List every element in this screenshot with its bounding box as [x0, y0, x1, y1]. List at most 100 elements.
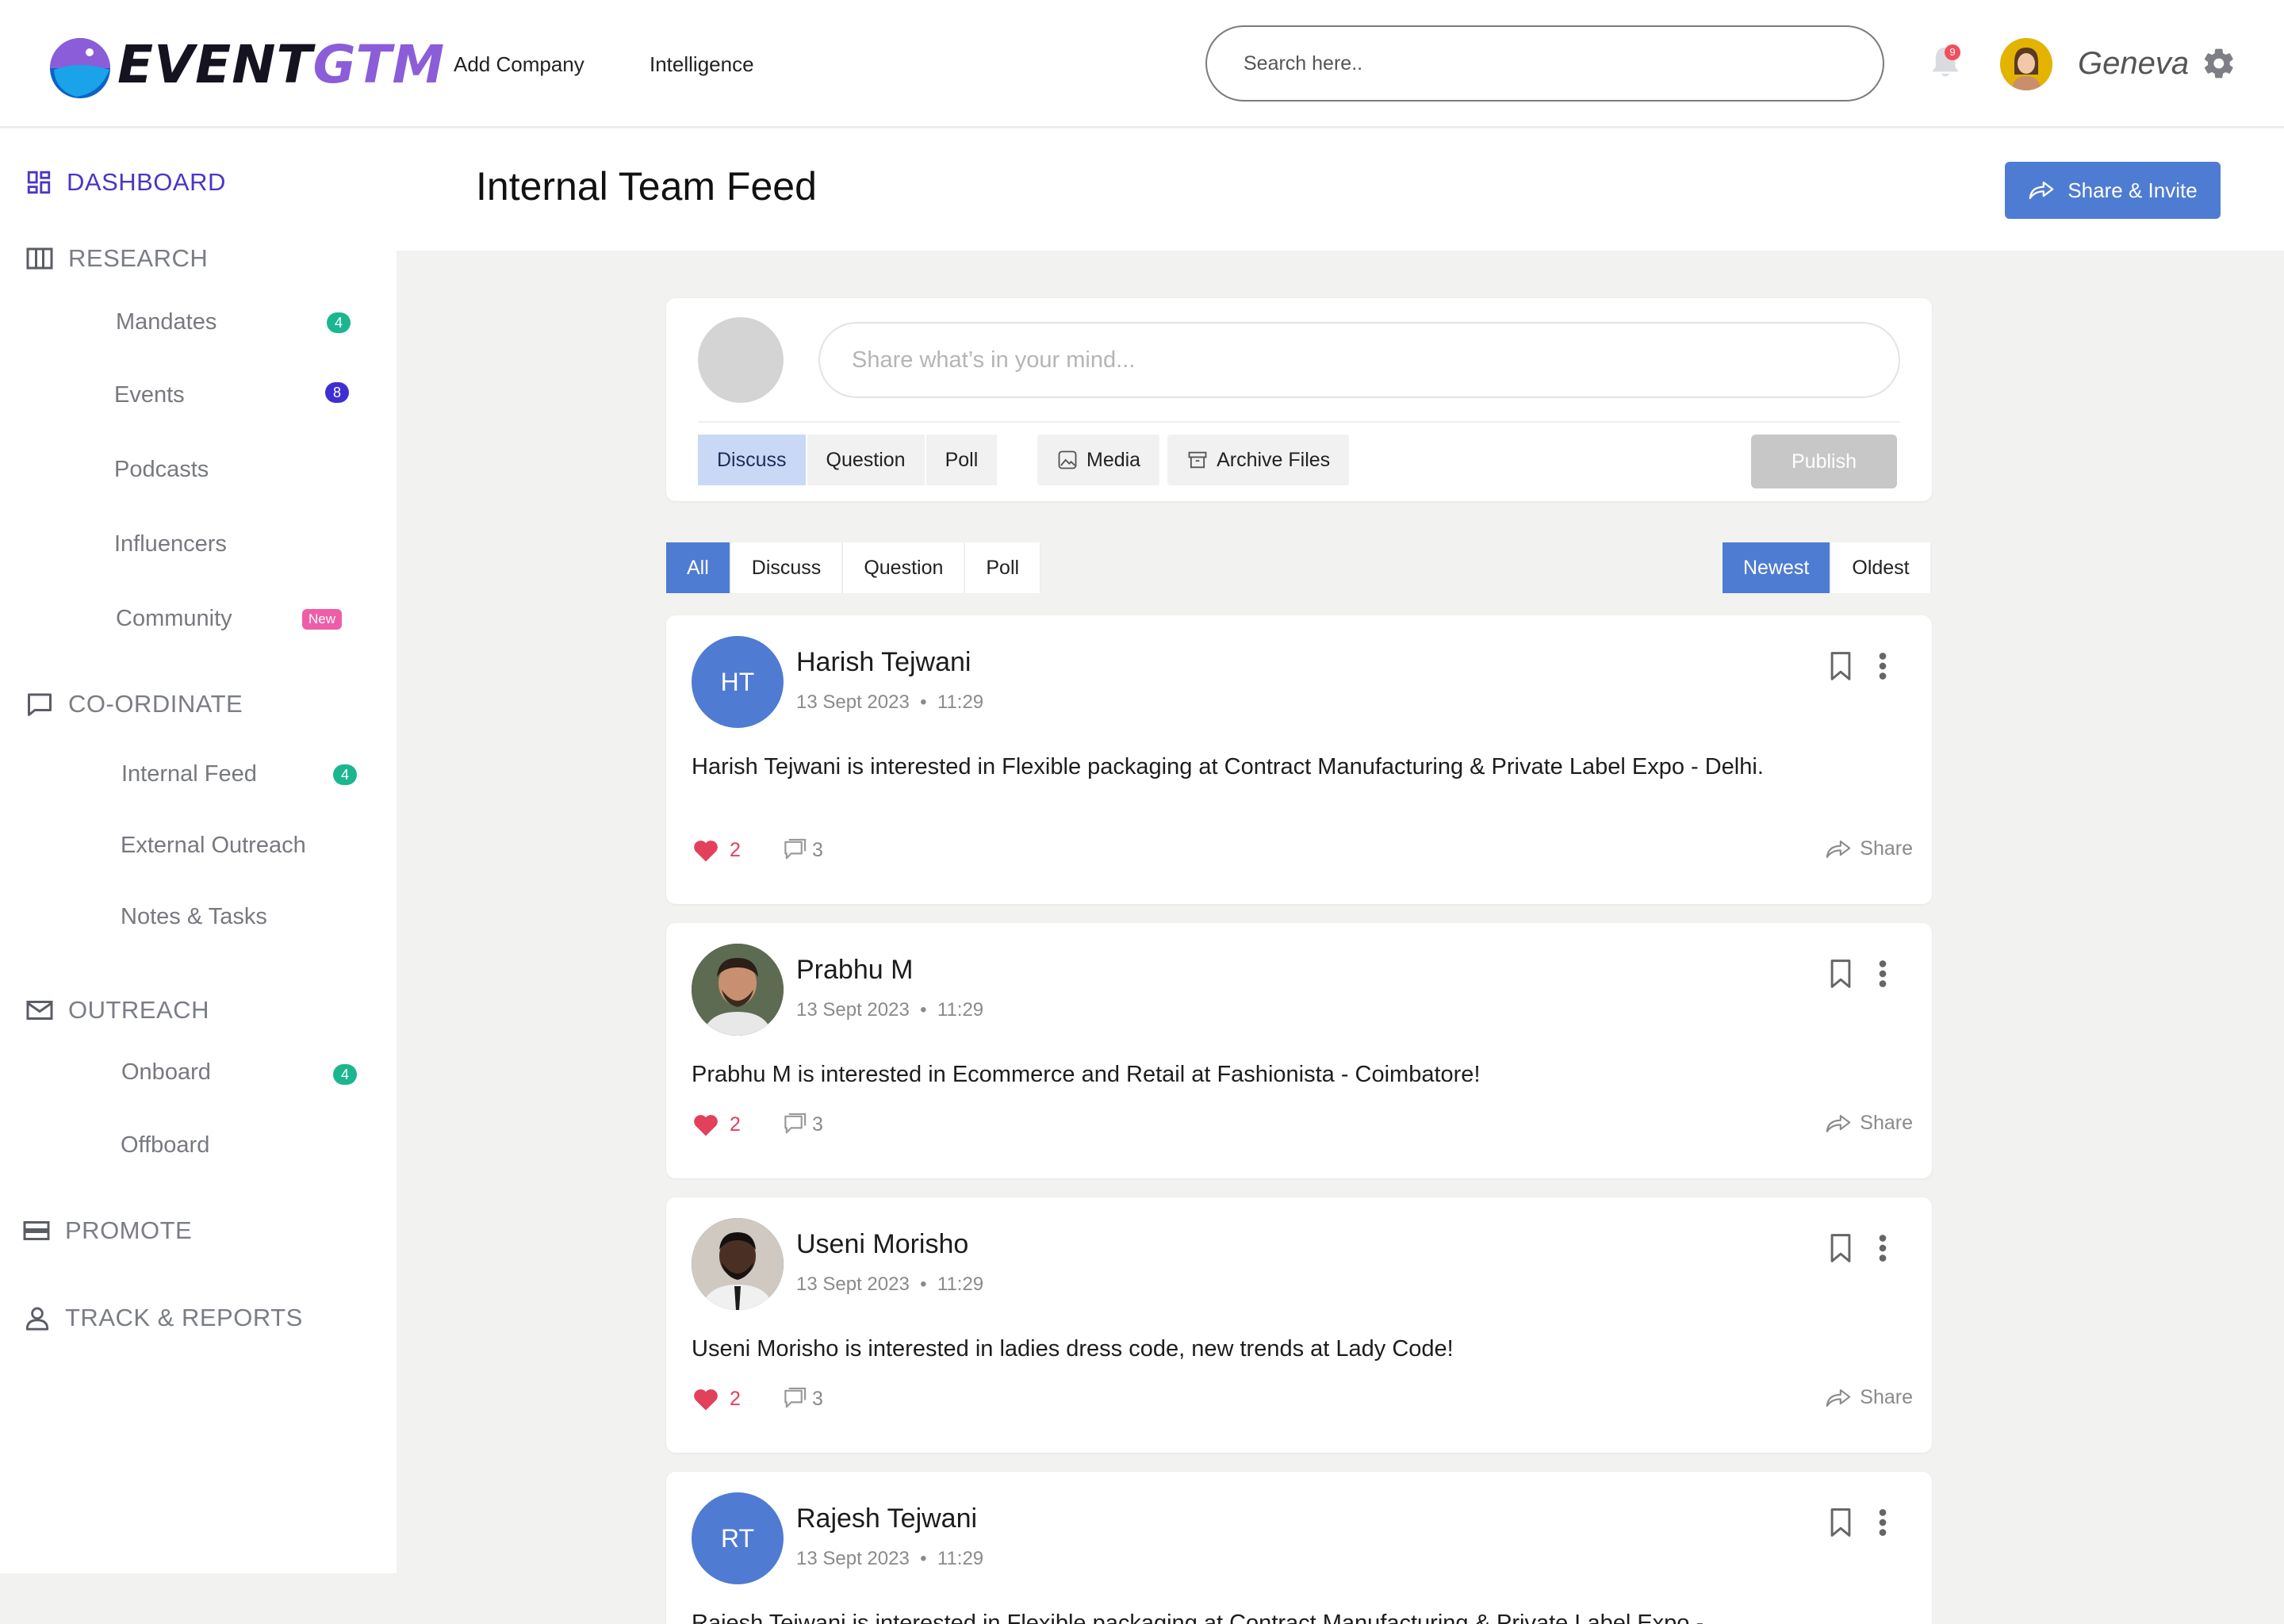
sidebar-item-offboard[interactable]: Offboard — [121, 1132, 209, 1159]
comment-count: 3 — [812, 1387, 823, 1410]
publish-button[interactable]: Publish — [1751, 435, 1897, 488]
post-type-question[interactable]: Question — [807, 435, 926, 485]
columns-icon — [26, 247, 53, 270]
logo-text: EVENTGTM — [117, 33, 446, 95]
sidebar-item-podcasts[interactable]: Podcasts — [114, 457, 209, 483]
bookmark-icon[interactable] — [1829, 1232, 1853, 1264]
search-input[interactable]: Search here.. — [1205, 25, 1884, 102]
nav-add-company[interactable]: Add Company — [454, 52, 584, 77]
bookmark-icon[interactable] — [1829, 650, 1853, 682]
sidebar-item-onboard[interactable]: Onboard — [121, 1059, 211, 1086]
sidebar-item-internal-feed[interactable]: Internal Feed — [121, 761, 257, 787]
post-timestamp: 13 Sept 2023 • 11:29 — [796, 999, 984, 1021]
post-time: 11:29 — [937, 999, 984, 1021]
archive-files-button[interactable]: Archive Files — [1167, 435, 1351, 485]
image-icon — [1058, 450, 1077, 469]
post-body: Useni Morisho is interested in ladies dr… — [692, 1336, 1454, 1362]
comment-icon — [784, 1387, 807, 1408]
sidebar-item-influencers[interactable]: Influencers — [114, 531, 227, 557]
user-avatar-image — [2000, 38, 2052, 90]
internal-feed-badge: 4 — [333, 764, 357, 785]
user-avatar[interactable] — [2000, 38, 2052, 90]
author-photo — [692, 1218, 784, 1310]
user-name[interactable]: Geneva — [2078, 46, 2189, 82]
feed-sort-toggle: Newest Oldest — [1723, 542, 1932, 593]
like-count: 2 — [730, 1387, 741, 1410]
bookmark-icon[interactable] — [1829, 1507, 1853, 1538]
sidebar-item-notes-tasks[interactable]: Notes & Tasks — [121, 904, 267, 930]
heart-icon — [694, 841, 718, 862]
author-name[interactable]: Rajesh Tejwani — [796, 1503, 977, 1534]
author-name[interactable]: Harish Tejwani — [796, 647, 971, 678]
like-button[interactable]: 2 — [692, 837, 741, 863]
post-actions: 2 3 Share — [692, 1386, 1913, 1418]
sidebar-item-external-outreach[interactable]: External Outreach — [121, 833, 306, 859]
mail-icon — [26, 1001, 53, 1020]
feed-type-filter: All Discuss Question Poll — [666, 542, 1042, 593]
comment-button[interactable]: 3 — [780, 1112, 823, 1137]
media-button[interactable]: Media — [1037, 435, 1162, 485]
sidebar-section-dashboard[interactable]: DASHBOARD — [25, 168, 226, 197]
author-name[interactable]: Prabhu M — [796, 955, 913, 986]
post-type-discuss[interactable]: Discuss — [698, 435, 807, 485]
like-count: 2 — [730, 1113, 741, 1136]
author-avatar[interactable] — [692, 944, 784, 1036]
sidebar-item-community[interactable]: Community — [116, 606, 232, 632]
user-icon — [25, 1307, 49, 1331]
author-avatar[interactable] — [692, 1218, 784, 1310]
author-avatar[interactable]: RT — [692, 1492, 784, 1584]
comment-button[interactable]: 3 — [780, 837, 823, 863]
sidebar-section-promote[interactable]: PROMOTE — [22, 1216, 192, 1245]
filter-poll[interactable]: Poll — [965, 542, 1042, 593]
share-button[interactable]: Share — [1825, 837, 1913, 860]
comment-count: 3 — [812, 1113, 823, 1136]
sort-newest[interactable]: Newest — [1723, 542, 1832, 593]
post-type-poll[interactable]: Poll — [925, 435, 999, 485]
sidebar-section-research[interactable]: RESEARCH — [25, 244, 208, 273]
sidebar-section-label: PROMOTE — [65, 1216, 193, 1244]
onboard-badge: 4 — [333, 1064, 357, 1085]
sidebar-section-label: OUTREACH — [68, 996, 209, 1024]
filter-discuss[interactable]: Discuss — [730, 542, 844, 593]
comment-button[interactable]: 3 — [780, 1386, 823, 1411]
post-timestamp: 13 Sept 2023 • 11:29 — [796, 1274, 984, 1295]
share-invite-button[interactable]: Share & Invite — [2005, 162, 2221, 219]
share-invite-label: Share & Invite — [2067, 178, 2198, 202]
filter-all[interactable]: All — [666, 542, 731, 593]
app-logo[interactable]: EVENTGTM — [44, 29, 445, 100]
sort-oldest[interactable]: Oldest — [1831, 542, 1932, 593]
filter-question[interactable]: Question — [843, 542, 966, 593]
mandates-badge: 4 — [327, 312, 351, 333]
like-button[interactable]: 2 — [692, 1386, 741, 1411]
top-header: EVENTGTM Add Company Intelligence Search… — [0, 0, 2284, 128]
bookmark-icon[interactable] — [1829, 958, 1853, 990]
sidebar-item-events[interactable]: Events — [114, 382, 185, 408]
composer-input[interactable]: Share what’s in your mind... — [818, 322, 1900, 398]
sidebar-item-mandates[interactable]: Mandates — [116, 309, 217, 335]
like-button[interactable]: 2 — [692, 1112, 741, 1137]
more-options-icon[interactable] — [1878, 959, 1887, 988]
gear-icon[interactable] — [2202, 46, 2236, 81]
more-options-icon[interactable] — [1878, 1234, 1887, 1262]
share-icon — [1826, 840, 1851, 858]
post-timestamp: 13 Sept 2023 • 11:29 — [796, 691, 984, 713]
sidebar-section-coordinate[interactable]: CO-ORDINATE — [25, 690, 243, 718]
author-name[interactable]: Useni Morisho — [796, 1229, 968, 1260]
share-button[interactable]: Share — [1825, 1386, 1913, 1409]
post-actions: 2 3 Share — [692, 837, 1913, 869]
sidebar-section-label: RESEARCH — [68, 244, 209, 272]
media-label: Media — [1086, 448, 1141, 471]
post-time: 11:29 — [937, 1274, 984, 1295]
share-button[interactable]: Share — [1825, 1112, 1913, 1135]
nav-intelligence[interactable]: Intelligence — [650, 52, 754, 77]
composer-divider — [698, 421, 1900, 423]
author-avatar[interactable]: HT — [692, 636, 784, 728]
sidebar-section-label: TRACK & REPORTS — [65, 1304, 303, 1331]
sidebar-section-label: DASHBOARD — [67, 168, 226, 196]
more-options-icon[interactable] — [1878, 652, 1887, 680]
sidebar-section-outreach[interactable]: OUTREACH — [25, 996, 209, 1025]
post-time: 11:29 — [937, 691, 984, 713]
post-date: 13 Sept 2023 — [796, 1548, 910, 1569]
sidebar-section-track-reports[interactable]: TRACK & REPORTS — [24, 1304, 303, 1332]
more-options-icon[interactable] — [1878, 1508, 1887, 1537]
